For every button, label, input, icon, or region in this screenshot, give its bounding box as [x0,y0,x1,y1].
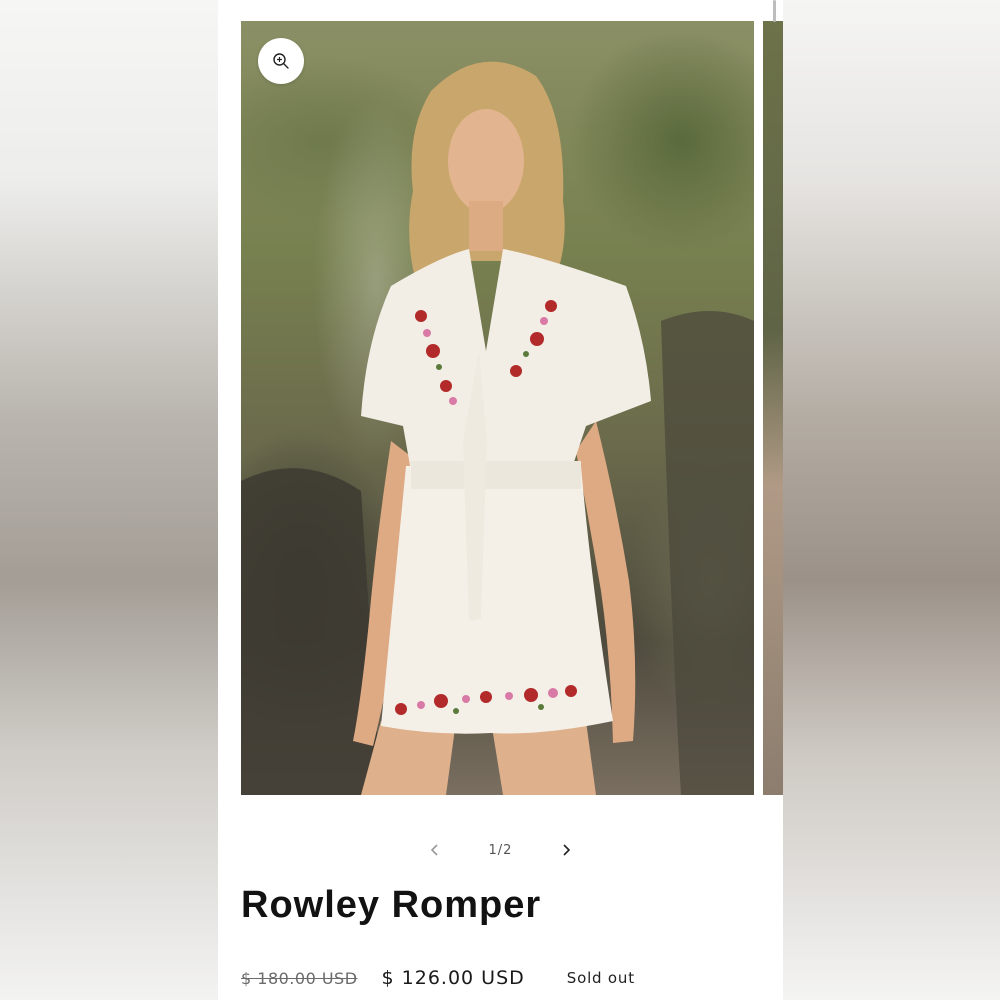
product-title: Rowley Romper [241,884,542,926]
product-image-main[interactable] [241,21,754,795]
blurred-background-right [783,0,1000,1000]
slide-counter: 1/2 [488,842,513,858]
price-row: $ 180.00 USD $ 126.00 USD Sold out [241,963,635,993]
previous-slide-button[interactable] [421,836,449,864]
zoom-in-icon [273,53,289,69]
product-photo [241,21,754,795]
sale-price: $ 126.00 USD [381,967,525,989]
next-slide-button[interactable] [552,836,580,864]
chevron-right-icon [563,844,571,856]
product-page: 1/2 Rowley Romper $ 180.00 USD $ 126.00 … [218,0,783,1000]
product-image-next-peek[interactable] [763,21,783,795]
chevron-left-icon [430,844,438,856]
zoom-button[interactable] [258,38,304,84]
blurred-background-left [0,0,218,1000]
scrollbar[interactable] [773,0,776,22]
gallery-pager: 1/2 [218,836,783,864]
compare-at-price: $ 180.00 USD [241,968,358,988]
sold-out-badge: Sold out [566,969,635,987]
